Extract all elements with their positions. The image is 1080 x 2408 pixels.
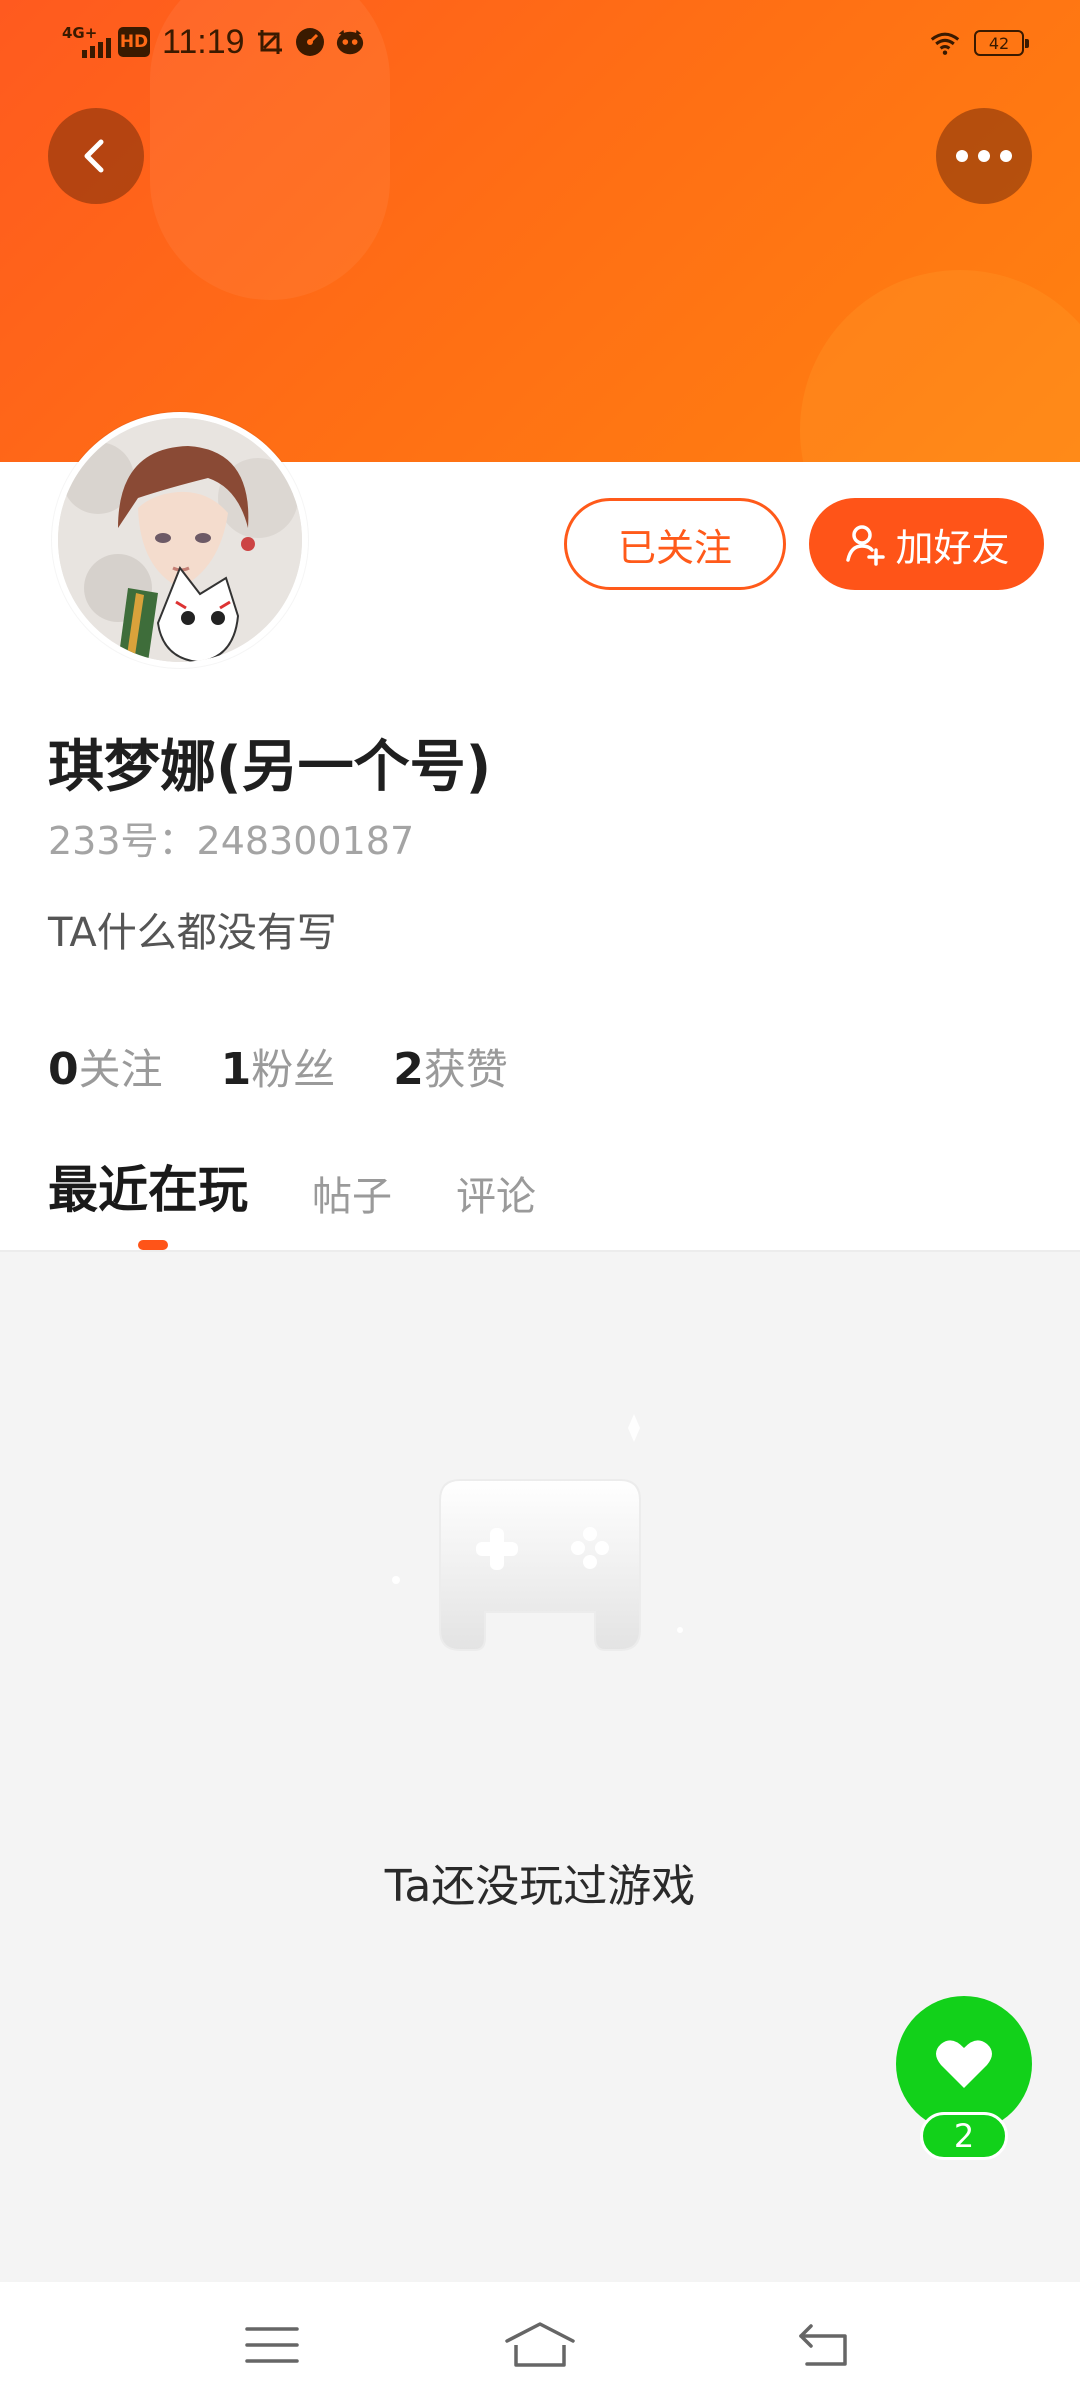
return-icon [799,2324,847,2366]
tab-recently-played[interactable]: 最近在玩 [48,1150,248,1226]
status-bar: 4G+ HD 11:19 42 [0,0,1080,84]
profile-tabs: 最近在玩 帖子 评论 [48,1150,600,1226]
stat-label: 关注 [78,1045,163,1094]
user-id: 233号：248300187 [48,819,415,863]
nav-home-button[interactable] [500,2310,580,2380]
username: 琪梦娜(另一个号) [48,735,492,800]
tab-posts[interactable]: 帖子 [312,1164,392,1226]
stat-likes[interactable]: 2 获赞 [393,1036,508,1097]
status-bar-left: 4G+ HD 11:19 [60,20,365,64]
nav-back-button[interactable] [784,2310,864,2380]
battery-level: 42 [988,33,1010,53]
banner-decoration [800,270,1080,462]
gamepad-icon [380,1400,700,1700]
more-dots-icon [956,150,1012,162]
hd-badge: HD [118,27,150,57]
profile-stats: 0 关注 1 粉丝 2 获赞 [48,1036,508,1097]
tab-comments[interactable]: 评论 [456,1164,536,1226]
stat-following[interactable]: 0 关注 [48,1036,163,1097]
back-button[interactable] [48,108,144,204]
avatar[interactable] [52,412,308,668]
like-count-badge: 2 [920,2112,1008,2160]
menu-icon [245,2327,299,2363]
avatar-image [58,418,302,662]
more-button[interactable] [936,108,1032,204]
cellular-signal-icon: 4G+ [60,22,111,62]
app-mascot-icon [335,27,365,57]
user-plus-icon [846,525,886,566]
stat-value: 2 [393,1044,424,1095]
wifi-icon [930,28,960,58]
heart-icon [936,2040,992,2088]
stat-value: 0 [48,1044,79,1095]
add-friend-button[interactable]: 加好友 [809,498,1044,590]
status-bar-right: 42 [930,22,1029,64]
following-button[interactable]: 已关注 [564,498,786,590]
battery-icon: 42 [974,30,1029,56]
active-tab-indicator [138,1240,168,1250]
stat-label: 获赞 [423,1045,508,1094]
home-icon [505,2322,575,2367]
screenshot-icon [255,27,285,57]
empty-state-message: Ta还没玩过游戏 [384,1861,696,1912]
speed-gauge-icon [295,27,325,57]
stat-fans[interactable]: 1 粉丝 [221,1036,336,1097]
stat-value: 1 [220,1044,252,1095]
user-bio: TA什么都没有写 [48,910,337,956]
chevron-left-icon [84,139,104,173]
profile-screen: 4G+ HD 11:19 42 已关注 加好友 琪梦娜(另一个号) 233号：2… [0,0,1080,2408]
system-nav-bar [0,2282,1080,2408]
add-friend-label: 加好友 [895,525,1010,570]
following-button-label: 已关注 [617,525,732,570]
clock: 11:19 [162,22,245,61]
stat-label: 粉丝 [251,1045,336,1094]
nav-menu-button[interactable] [232,2310,312,2380]
